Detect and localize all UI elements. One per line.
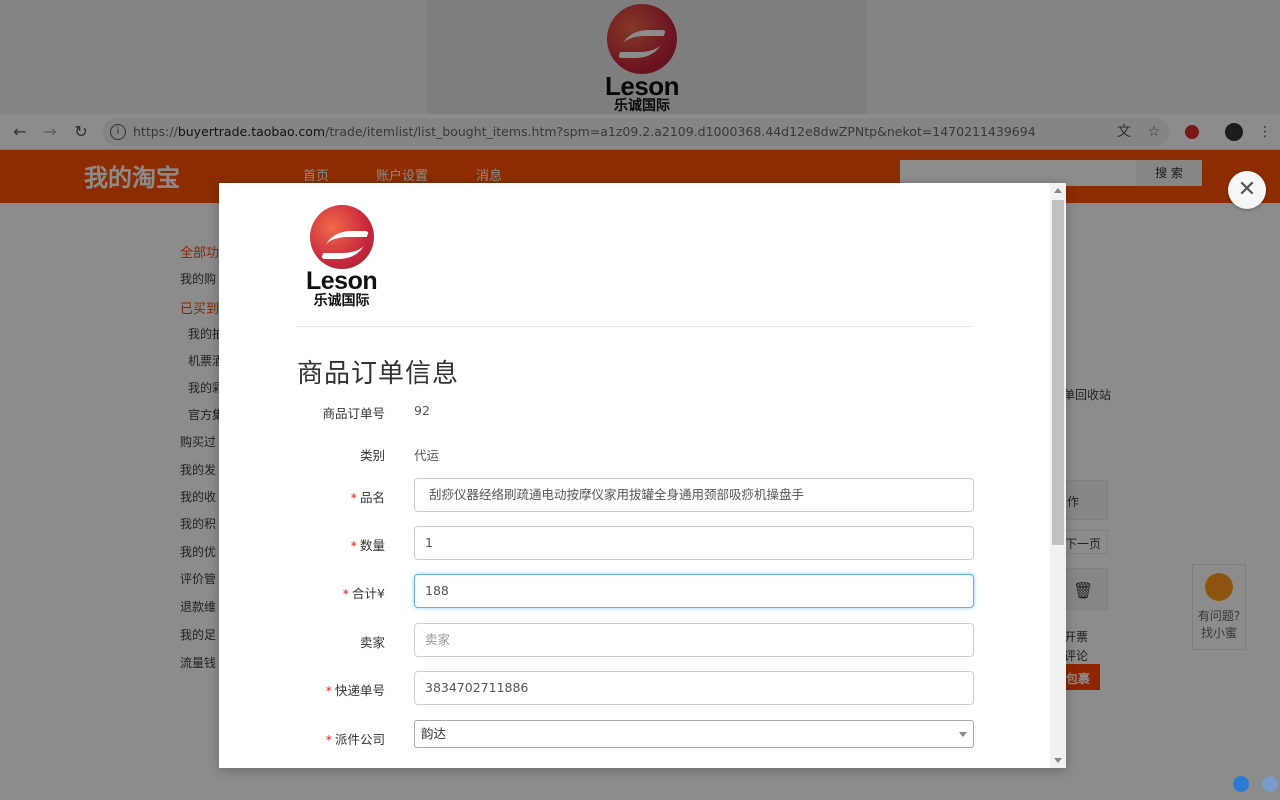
header-divider [296,326,973,327]
scrollbar-thumb[interactable] [1052,200,1064,545]
chat-bubble-icon[interactable] [1233,776,1249,792]
quantity-input[interactable]: 1 [414,526,974,560]
chevron-down-icon [959,732,967,737]
order-info-modal: Leson 乐诚国际 商品订单信息 商品订单号 92 类别 代运 * 品名 刮痧仪… [219,183,1066,768]
courier-label-text: 派件公司 [334,732,385,747]
tracking-label: * 快递单号 [326,680,385,699]
modal-logo: Leson 乐诚国际 [306,205,378,309]
required-mark: * [342,586,350,601]
gear-icon[interactable] [1262,776,1278,792]
scroll-up-icon[interactable] [1054,188,1062,193]
scroll-down-icon[interactable] [1054,758,1062,763]
required-mark: * [350,490,357,505]
product-name-input[interactable]: 刮痧仪器经络刷疏通电动按摩仪家用拔罐全身通用颈部吸痧机操盘手 [414,478,974,512]
seller-label: 卖家 [359,635,385,650]
quantity-label: * 数量 [351,535,385,554]
logo-chinese-name: 乐诚国际 [313,293,370,309]
courier-label: * 派件公司 [326,729,385,748]
tracking-label-text: 快递单号 [334,683,385,698]
leson-logo-icon [309,205,374,269]
quantity-label-text: 数量 [359,538,385,553]
form-title: 商品订单信息 [297,359,460,389]
required-mark: * [325,683,332,698]
total-label-text: 合计¥ [352,586,385,601]
required-mark: * [325,732,332,747]
category-value: 代运 [414,448,440,463]
order-no-label: 商品订单号 [322,406,385,421]
courier-select-value: 韵达 [421,726,447,741]
total-label: * 合计¥ [343,583,385,602]
close-icon[interactable]: ✕ [1228,171,1266,209]
product-name-label-text: 品名 [359,490,385,505]
required-mark: * [350,538,357,553]
product-name-label: * 品名 [351,487,385,506]
logo-wordmark: Leson [306,267,378,295]
modal-scrollbar[interactable] [1050,183,1066,768]
tracking-input[interactable]: 3834702711886 [414,671,974,705]
total-input[interactable]: 188 [414,574,974,608]
order-no-value: 92 [414,403,430,418]
category-label: 类别 [359,448,385,463]
seller-input[interactable]: 卖家 [414,623,974,657]
courier-select[interactable]: 韵达 [414,720,974,748]
